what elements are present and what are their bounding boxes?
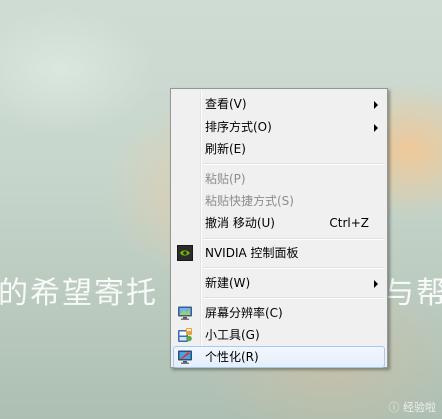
menu-item-personalize[interactable]: 个性化(R) bbox=[173, 346, 385, 368]
menu-separator bbox=[203, 238, 385, 240]
menu-item-new[interactable]: 新建(W) bbox=[173, 272, 385, 294]
gadgets-icon bbox=[177, 327, 193, 343]
menu-item-sort-by[interactable]: 排序方式(O) bbox=[173, 116, 385, 138]
desktop-context-menu: 查看(V) 排序方式(O) 刷新(E) 粘贴(P) 粘贴快捷方式(S) 撤消 移… bbox=[170, 88, 388, 368]
menu-item-screen-resolution[interactable]: 屏幕分辨率(C) bbox=[173, 302, 385, 324]
menu-item-label: 粘贴(P) bbox=[205, 172, 246, 186]
menu-item-shortcut: Ctrl+Z bbox=[329, 216, 369, 230]
menu-item-label: NVIDIA 控制面板 bbox=[205, 246, 299, 260]
wallpaper-text-left: 的希望寄托 bbox=[0, 276, 158, 311]
submenu-arrow-icon bbox=[374, 101, 378, 109]
menu-item-label: 粘贴快捷方式(S) bbox=[205, 194, 294, 208]
menu-item-paste-shortcut: 粘贴快捷方式(S) bbox=[173, 190, 385, 212]
wallpaper-text-right: 与帮 bbox=[384, 276, 442, 311]
menu-item-label: 排序方式(O) bbox=[205, 120, 272, 134]
menu-item-label: 小工具(G) bbox=[205, 328, 260, 342]
menu-item-gadgets[interactable]: 小工具(G) bbox=[173, 324, 385, 346]
personalize-icon bbox=[177, 349, 193, 365]
menu-item-label: 个性化(R) bbox=[205, 350, 259, 364]
menu-item-label: 新建(W) bbox=[205, 276, 251, 290]
watermark: ⓘ 经验啦 bbox=[388, 401, 437, 414]
menu-item-paste: 粘贴(P) bbox=[173, 168, 385, 190]
menu-item-label: 屏幕分辨率(C) bbox=[205, 306, 283, 320]
menu-item-label: 撤消 移动(U) bbox=[205, 216, 275, 230]
menu-item-label: 刷新(E) bbox=[205, 142, 246, 156]
menu-separator bbox=[203, 163, 385, 165]
menu-item-undo-move[interactable]: 撤消 移动(U) Ctrl+Z bbox=[173, 212, 385, 234]
menu-separator bbox=[203, 297, 385, 299]
menu-item-nvidia-control-panel[interactable]: NVIDIA 控制面板 bbox=[173, 242, 385, 264]
nvidia-icon bbox=[177, 245, 193, 261]
submenu-arrow-icon bbox=[374, 280, 378, 288]
submenu-arrow-icon bbox=[374, 124, 378, 132]
monitor-icon bbox=[177, 305, 193, 321]
menu-item-refresh[interactable]: 刷新(E) bbox=[173, 138, 385, 160]
menu-item-view[interactable]: 查看(V) bbox=[173, 93, 385, 115]
menu-item-label: 查看(V) bbox=[205, 97, 247, 111]
menu-separator bbox=[203, 267, 385, 269]
